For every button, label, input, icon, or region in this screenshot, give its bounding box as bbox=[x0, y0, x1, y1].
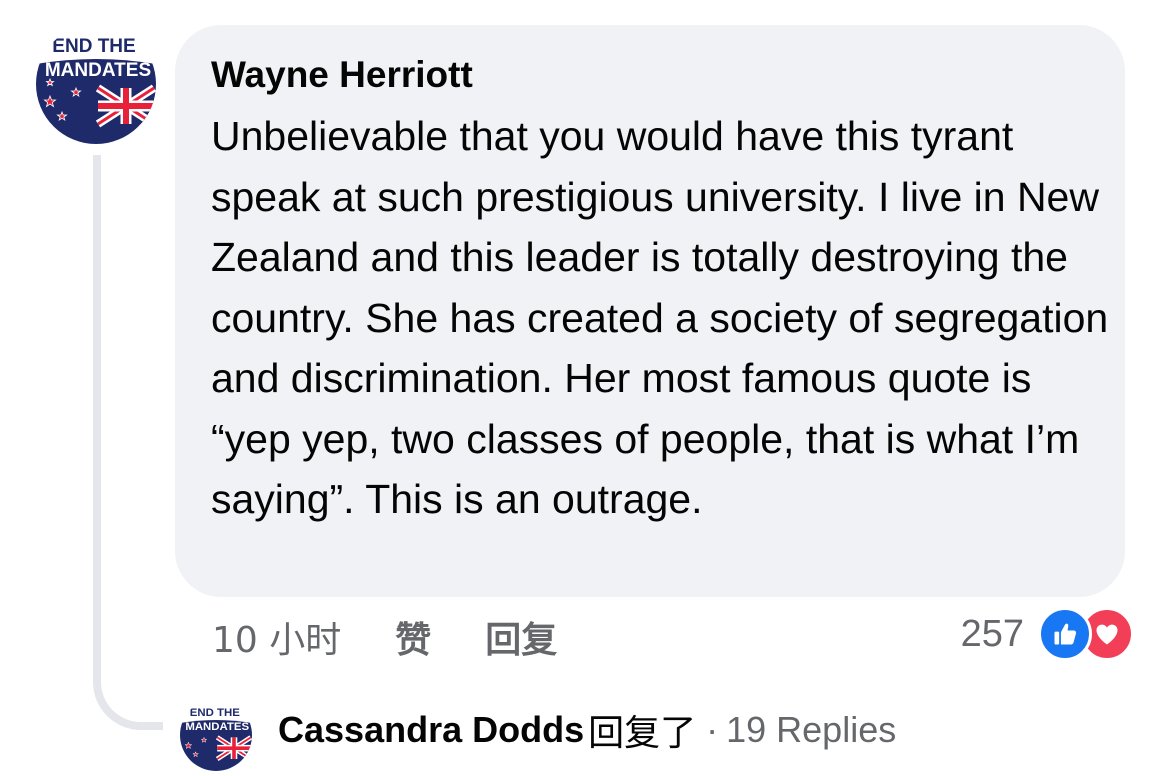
view-replies-link[interactable]: Cassandra Dodds 回复了 · 19 Replies bbox=[278, 705, 896, 755]
reply-count: 19 Replies bbox=[726, 709, 897, 750]
reactions-summary[interactable]: 257 bbox=[960, 607, 1134, 661]
reply-verb: 回复了 bbox=[588, 713, 697, 754]
comment-author[interactable]: Wayne Herriott bbox=[211, 53, 1091, 97]
reply-avatar[interactable]: END THE MANDATES bbox=[180, 699, 252, 771]
reply-author: Cassandra Dodds bbox=[278, 709, 585, 750]
svg-text:END THE: END THE bbox=[52, 36, 135, 57]
comment-actions: 10 小时 赞 回复 bbox=[212, 612, 557, 662]
reaction-count: 257 bbox=[960, 612, 1024, 655]
svg-text:MANDATES: MANDATES bbox=[45, 60, 151, 81]
thread-connector-line bbox=[93, 155, 163, 730]
comment-timestamp[interactable]: 10 小时 bbox=[212, 611, 341, 663]
comment-bubble: Wayne Herriott Unbelievable that you wou… bbox=[175, 25, 1125, 597]
svg-text:MANDATES: MANDATES bbox=[185, 721, 249, 733]
end-the-mandates-logo: END THE MANDATES bbox=[180, 699, 252, 771]
comment-text: Unbelievable that you would have this ty… bbox=[211, 113, 1109, 522]
separator-dot: · bbox=[706, 709, 719, 750]
like-button[interactable]: 赞 bbox=[395, 611, 431, 663]
svg-text:END THE: END THE bbox=[190, 707, 240, 719]
like-icon bbox=[1038, 607, 1092, 661]
end-the-mandates-logo: END THE MANDATES bbox=[36, 24, 156, 144]
reply-button[interactable]: 回复 bbox=[485, 611, 557, 663]
avatar[interactable]: END THE MANDATES bbox=[36, 24, 156, 144]
